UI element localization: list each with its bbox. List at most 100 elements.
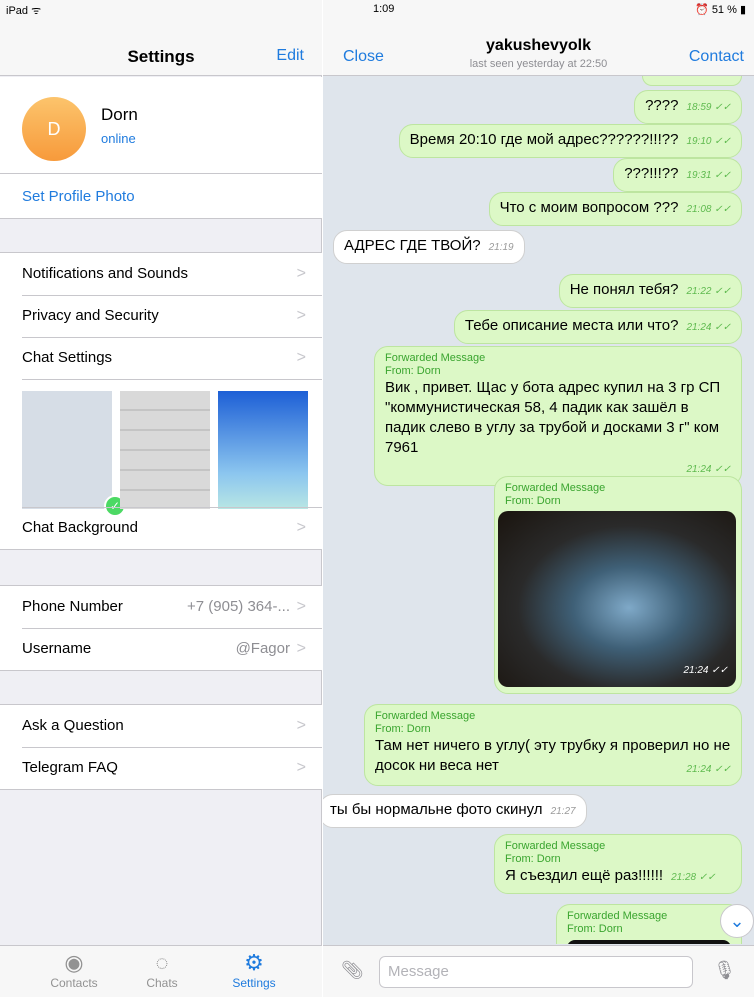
- settings-group-account: Phone Number +7 (905) 364-... > Username…: [0, 585, 322, 671]
- settings-navbar: Settings Edit: [0, 20, 322, 76]
- tab-chats[interactable]: ◌ Chats: [112, 950, 212, 990]
- message-time: 21:24 ✓✓: [683, 665, 728, 676]
- battery-indicator: ⏰ 51 % ▮: [695, 4, 746, 16]
- settings-item-ask-question[interactable]: Ask a Question >: [0, 705, 322, 747]
- forwarded-photo-message[interactable]: Forwarded Message From: Dorn 21:24 ✓✓: [494, 476, 742, 694]
- scroll-down-button[interactable]: ⌄: [720, 904, 754, 938]
- forwarded-header: Forwarded Message: [505, 840, 606, 852]
- background-thumb-wood[interactable]: [120, 391, 210, 509]
- settings-item-label: Ask a Question: [22, 717, 124, 734]
- message-time: 18:59 ✓✓: [686, 102, 731, 113]
- message-bubble[interactable]: Тебе описание места или что? 21:24 ✓✓: [453, 310, 742, 344]
- message-bubble[interactable]: Время 20:10 где мой адрес??????!!!?? 19:1…: [398, 124, 742, 158]
- message-time: 21:28 ✓✓: [671, 872, 716, 883]
- photo-attachment[interactable]: [567, 940, 731, 944]
- paperclip-icon[interactable]: 📎︎: [341, 960, 364, 981]
- tab-label: Settings: [232, 976, 276, 990]
- message-text: ты бы нормальне фото скинул: [330, 801, 543, 818]
- message-text: Вик , привет. Щас у бота адрес купил на …: [385, 379, 721, 456]
- forwarded-message[interactable]: Forwarded Message From: Dorn Вик , приве…: [374, 346, 742, 486]
- message-text: ???!!!??: [624, 165, 679, 182]
- message-time: 21:27: [550, 806, 576, 817]
- settings-item-label: Notifications and Sounds: [22, 265, 188, 282]
- message-text: АДРЕС ГДЕ ТВОЙ?: [344, 237, 481, 254]
- forwarded-header: Forwarded Message: [505, 482, 606, 494]
- settings-item-faq[interactable]: Telegram FAQ >: [0, 747, 322, 789]
- settings-item-username[interactable]: Username @Fagor >: [0, 628, 322, 670]
- settings-item-chat-settings[interactable]: Chat Settings >: [0, 337, 322, 379]
- chevron-right-icon: >: [296, 265, 306, 282]
- message-time: 21:24 ✓✓: [686, 322, 731, 333]
- forwarded-header: Forwarded Message: [567, 910, 668, 922]
- tab-label: Chats: [146, 976, 178, 990]
- message-list[interactable]: ???? 18:59 ✓✓ Время 20:10 где мой адрес??…: [323, 76, 754, 944]
- settings-item-label: Phone Number: [22, 598, 123, 615]
- settings-item-label: Chat Settings: [22, 349, 113, 366]
- contacts-icon: ◉: [64, 950, 84, 975]
- message-bubble-incoming[interactable]: ты бы нормальне фото скинул 21:27: [323, 794, 587, 828]
- message-bubble-partial: [642, 76, 742, 86]
- forwarded-from: From: Dorn: [567, 923, 623, 935]
- settings-group-1: Notifications and Sounds > Privacy and S…: [0, 252, 322, 550]
- chevron-right-icon: >: [296, 598, 306, 615]
- tab-contacts[interactable]: ◉ Contacts: [24, 950, 124, 990]
- clock: 1:09: [373, 3, 395, 15]
- message-text: Не понял тебя?: [569, 281, 679, 298]
- forwarded-from: From: Dorn: [375, 723, 431, 735]
- chevron-right-icon: >: [296, 640, 306, 657]
- settings-item-privacy[interactable]: Privacy and Security >: [0, 295, 322, 337]
- tab-label: Contacts: [50, 976, 98, 990]
- settings-item-notifications[interactable]: Notifications and Sounds >: [0, 253, 322, 295]
- photo-attachment[interactable]: 21:24 ✓✓: [498, 511, 736, 687]
- forwarded-message[interactable]: Forwarded Message From: Dorn Я съездил е…: [494, 834, 742, 894]
- background-thumb-gradient[interactable]: [218, 391, 308, 509]
- status-bar-left: iPad ᯤ: [0, 0, 322, 20]
- device-label: iPad ᯤ: [6, 5, 42, 17]
- settings-item-label: Telegram FAQ: [22, 759, 118, 776]
- contact-button[interactable]: Contact: [689, 48, 744, 66]
- message-text: Время 20:10 где мой адрес??????!!!??: [409, 131, 679, 148]
- edit-button[interactable]: Edit: [276, 47, 304, 65]
- forwarded-header: Forwarded Message: [385, 352, 486, 364]
- message-time: 19:10 ✓✓: [686, 136, 731, 147]
- background-thumb-default[interactable]: ✓: [22, 391, 126, 517]
- message-bubble[interactable]: ???? 18:59 ✓✓: [634, 90, 742, 124]
- chevron-right-icon: >: [296, 349, 306, 366]
- forwarded-message[interactable]: Forwarded Message From: Dorn Там нет нич…: [364, 704, 742, 786]
- chat-navbar: Close yakushevyolk last seen yesterday a…: [323, 20, 754, 76]
- settings-group-help: Ask a Question > Telegram FAQ >: [0, 704, 322, 790]
- message-time: 21:24 ✓✓: [686, 464, 731, 475]
- chevron-right-icon: >: [296, 307, 306, 324]
- forwarded-header: Forwarded Message: [375, 710, 476, 722]
- username-value: @Fagor: [235, 640, 290, 657]
- settings-title: Settings: [127, 47, 195, 66]
- message-bubble[interactable]: Что с моим вопросом ??? 21:08 ✓✓: [488, 192, 742, 226]
- chat-pane: 1:09 ⏰ 51 % ▮ Close yakushevyolk last se…: [323, 0, 754, 997]
- status-bar-right: 1:09 ⏰ 51 % ▮: [323, 0, 754, 20]
- message-input[interactable]: Message: [379, 956, 693, 988]
- chevron-right-icon: >: [296, 519, 306, 536]
- message-bubble[interactable]: ???!!!?? 19:31 ✓✓: [613, 158, 742, 192]
- background-thumbnails: ✓: [0, 379, 322, 517]
- message-text: Что с моим вопросом ???: [499, 199, 679, 216]
- message-input-bar: 📎︎ Message 🎙︎: [323, 945, 754, 997]
- microphone-icon[interactable]: 🎙︎: [713, 960, 736, 981]
- profile-card[interactable]: D Dorn online: [0, 77, 322, 173]
- tab-settings[interactable]: ⚙ Settings: [204, 950, 304, 990]
- message-bubble-incoming[interactable]: АДРЕС ГДЕ ТВОЙ? 21:19: [333, 230, 525, 264]
- chevron-right-icon: >: [296, 759, 306, 776]
- message-time: 19:31 ✓✓: [686, 170, 731, 181]
- message-bubble[interactable]: Не понял тебя? 21:22 ✓✓: [558, 274, 742, 308]
- message-time: 21:08 ✓✓: [686, 204, 731, 215]
- avatar[interactable]: D: [22, 97, 86, 161]
- settings-item-chat-background[interactable]: Chat Background >: [0, 507, 322, 549]
- settings-item-label: Privacy and Security: [22, 307, 159, 324]
- settings-item-phone[interactable]: Phone Number +7 (905) 364-... >: [0, 586, 322, 628]
- settings-item-label: Chat Background: [22, 519, 138, 536]
- forwarded-message[interactable]: Forwarded Message From: Dorn: [556, 904, 742, 944]
- profile-name: Dorn: [101, 105, 138, 124]
- message-time: 21:24 ✓✓: [686, 764, 731, 775]
- forwarded-from: From: Dorn: [505, 853, 561, 865]
- set-profile-photo-button[interactable]: Set Profile Photo: [0, 173, 322, 219]
- forwarded-from: From: Dorn: [505, 495, 561, 507]
